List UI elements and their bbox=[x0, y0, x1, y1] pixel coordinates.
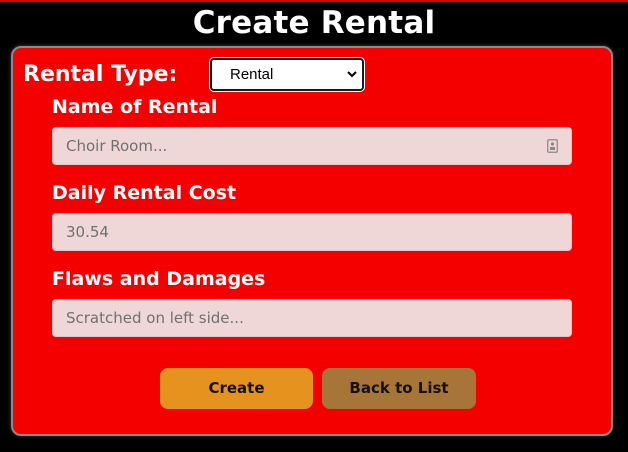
flaws-placeholder: Scratched on left side... bbox=[66, 309, 244, 327]
create-rental-form: Rental Type: Rental Name of Rental Choir… bbox=[11, 46, 613, 436]
name-input[interactable]: Choir Room... bbox=[52, 127, 572, 165]
flaws-label: Flaws and Damages bbox=[52, 268, 266, 290]
autofill-icon bbox=[547, 139, 558, 153]
cost-input[interactable]: 30.54 bbox=[52, 213, 572, 251]
name-placeholder: Choir Room... bbox=[66, 137, 168, 155]
page-title: Create Rental bbox=[192, 5, 436, 41]
rental-type-selected-value: Rental bbox=[230, 66, 274, 83]
flaws-input[interactable]: Scratched on left side... bbox=[52, 299, 572, 337]
rental-type-select[interactable]: Rental bbox=[210, 58, 364, 91]
name-label: Name of Rental bbox=[52, 96, 218, 118]
back-to-list-button[interactable]: Back to List bbox=[322, 368, 476, 409]
create-button[interactable]: Create bbox=[160, 368, 313, 409]
cost-placeholder: 30.54 bbox=[66, 223, 109, 241]
cost-label: Daily Rental Cost bbox=[52, 182, 237, 204]
chevron-down-icon bbox=[347, 71, 357, 78]
rental-type-label: Rental Type: bbox=[23, 62, 178, 87]
